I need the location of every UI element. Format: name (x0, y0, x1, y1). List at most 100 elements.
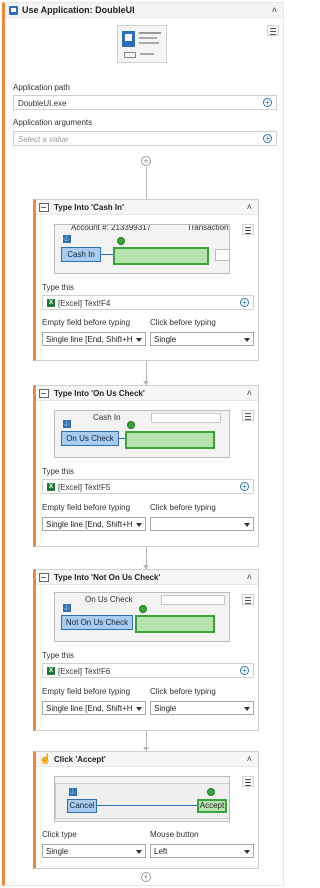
collapse-chevron-up-icon[interactable]: ˄ (247, 572, 252, 582)
click-accept-card: ☝ Click 'Accept' ˄ Cancel ⚓ Accept Click… (33, 751, 259, 869)
anchor-icon: ⚓ (63, 604, 71, 612)
mouse-button-dropdown[interactable]: Left (150, 844, 254, 858)
card-menu-hamburger-icon[interactable] (242, 410, 254, 421)
preview-target-box (135, 615, 215, 633)
preview-not-on-us-check-button: Not On Us Check (61, 615, 133, 630)
anchor-icon: ⚓ (69, 788, 77, 796)
type-this-label: Type this (42, 467, 75, 476)
add-activity-plus-icon[interactable]: + (141, 872, 151, 882)
application-path-value: DoubleUI.exe (18, 99, 67, 108)
not-on-us-check-target-preview: On Us Check Not On Us Check ⚓ (54, 592, 230, 642)
click-before-label: Click before typing (150, 687, 216, 696)
use-application-header[interactable]: Use Application: DoubleUI ˄ (5, 3, 283, 18)
use-application-title: Use Application: DoubleUI (22, 5, 135, 15)
click-before-dropdown[interactable] (150, 517, 254, 531)
click-type-value: Single (46, 847, 69, 856)
type-into-cash-in-header[interactable]: Type Into 'Cash In' ˄ (36, 200, 258, 215)
collapse-chevron-up-icon[interactable]: ˄ (272, 5, 277, 15)
target-icon (207, 788, 215, 796)
application-window-icon (9, 6, 18, 15)
collapse-chevron-up-icon[interactable]: ˄ (247, 754, 252, 764)
type-this-value: [Excel] Text!F4 (58, 299, 111, 308)
type-into-on-us-check-header[interactable]: Type Into 'On Us Check' ˄ (36, 386, 258, 401)
card-menu-hamburger-icon[interactable] (242, 594, 254, 605)
application-arguments-field[interactable]: Select a value + (13, 131, 277, 146)
caret-down-icon (244, 338, 250, 342)
mouse-button-value: Left (154, 847, 168, 856)
click-before-dropdown[interactable]: Single (150, 332, 254, 346)
type-this-value: [Excel] Text!F5 (58, 483, 111, 492)
type-this-plus-icon[interactable]: + (240, 482, 249, 491)
caret-down-icon (244, 707, 250, 711)
click-accept-header[interactable]: ☝ Click 'Accept' ˄ (36, 752, 258, 767)
preview-target-box (113, 247, 209, 265)
application-path-plus-icon[interactable]: + (263, 98, 272, 107)
mouse-button-label: Mouse button (150, 830, 199, 839)
empty-field-value: Single line [End, Shift+H (46, 335, 132, 344)
mouse-click-icon: ☝ (39, 754, 52, 765)
excel-icon: X (47, 667, 55, 675)
cash-in-target-preview: Account #: 213399317 Transaction Cash In… (54, 224, 230, 274)
preview-top-text: On Us Check (85, 595, 133, 604)
empty-field-dropdown[interactable]: Single line [End, Shift+H (42, 701, 146, 715)
type-this-field[interactable]: X [Excel] Text!F6 + (42, 663, 254, 678)
type-this-plus-icon[interactable]: + (240, 298, 249, 307)
click-accept-title: Click 'Accept' (54, 755, 106, 764)
click-before-value: Single (154, 704, 177, 713)
preview-cash-in-button: Cash In (61, 247, 101, 262)
empty-field-label: Empty field before typing (42, 318, 131, 327)
anchor-icon: ⚓ (63, 235, 71, 243)
preview-field (151, 413, 221, 423)
card-menu-hamburger-icon[interactable] (242, 224, 254, 235)
click-before-value: Single (154, 335, 177, 344)
type-into-on-us-check-title: Type Into 'On Us Check' (54, 389, 145, 398)
caret-down-icon (244, 523, 250, 527)
type-this-field[interactable]: X [Excel] Text!F5 + (42, 479, 254, 494)
empty-field-label: Empty field before typing (42, 687, 131, 696)
type-into-cash-in-card: Type Into 'Cash In' ˄ Account #: 2133993… (33, 199, 259, 361)
application-arguments-placeholder: Select a value (18, 135, 69, 144)
caret-down-icon (244, 850, 250, 854)
preview-target-box (125, 431, 215, 449)
type-into-icon (39, 389, 49, 398)
type-this-label: Type this (42, 283, 75, 292)
click-type-dropdown[interactable]: Single (42, 844, 146, 858)
caret-down-icon (136, 523, 142, 527)
click-before-label: Click before typing (150, 318, 216, 327)
application-thumbnail (117, 25, 167, 63)
collapse-chevron-up-icon[interactable]: ˄ (247, 388, 252, 398)
click-before-dropdown[interactable]: Single (150, 701, 254, 715)
card-menu-hamburger-icon[interactable] (242, 776, 254, 787)
type-into-icon (39, 203, 49, 212)
type-into-not-on-us-check-header[interactable]: Type Into 'Not On Us Check' ˄ (36, 570, 258, 585)
click-before-label: Click before typing (150, 503, 216, 512)
type-into-not-on-us-check-card: Type Into 'Not On Us Check' ˄ On Us Chec… (33, 569, 259, 731)
type-into-on-us-check-card: Type Into 'On Us Check' ˄ Cash In On Us … (33, 385, 259, 547)
excel-icon: X (47, 299, 55, 307)
target-icon (139, 605, 147, 613)
type-into-icon (39, 573, 49, 582)
preview-transaction-text: Transaction (187, 224, 229, 232)
target-icon (127, 421, 135, 429)
type-this-field[interactable]: X [Excel] Text!F4 + (42, 295, 254, 310)
type-this-value: [Excel] Text!F6 (58, 667, 111, 676)
empty-field-value: Single line [End, Shift+H (46, 520, 132, 529)
click-type-label: Click type (42, 830, 77, 839)
collapse-chevron-up-icon[interactable]: ˄ (247, 202, 252, 212)
empty-field-dropdown[interactable]: Single line [End, Shift+H (42, 517, 146, 531)
add-activity-plus-icon[interactable]: + (141, 156, 151, 166)
application-path-field[interactable]: DoubleUI.exe + (13, 95, 277, 110)
empty-field-dropdown[interactable]: Single line [End, Shift+H (42, 332, 146, 346)
type-into-not-on-us-check-title: Type Into 'Not On Us Check' (54, 573, 161, 582)
use-application-container: Use Application: DoubleUI ˄ Application … (2, 2, 284, 886)
type-this-plus-icon[interactable]: + (240, 666, 249, 675)
empty-field-label: Empty field before typing (42, 503, 131, 512)
type-into-cash-in-title: Type Into 'Cash In' (54, 203, 124, 212)
preview-account-text: Account #: 213399317 (71, 224, 152, 232)
preview-cancel-button: Cancel (67, 799, 97, 813)
caret-down-icon (136, 707, 142, 711)
application-path-label: Application path (13, 83, 70, 92)
application-arguments-plus-icon[interactable]: + (263, 134, 272, 143)
app-menu-hamburger-icon[interactable] (267, 25, 279, 36)
preview-top-text: Cash In (93, 413, 121, 422)
